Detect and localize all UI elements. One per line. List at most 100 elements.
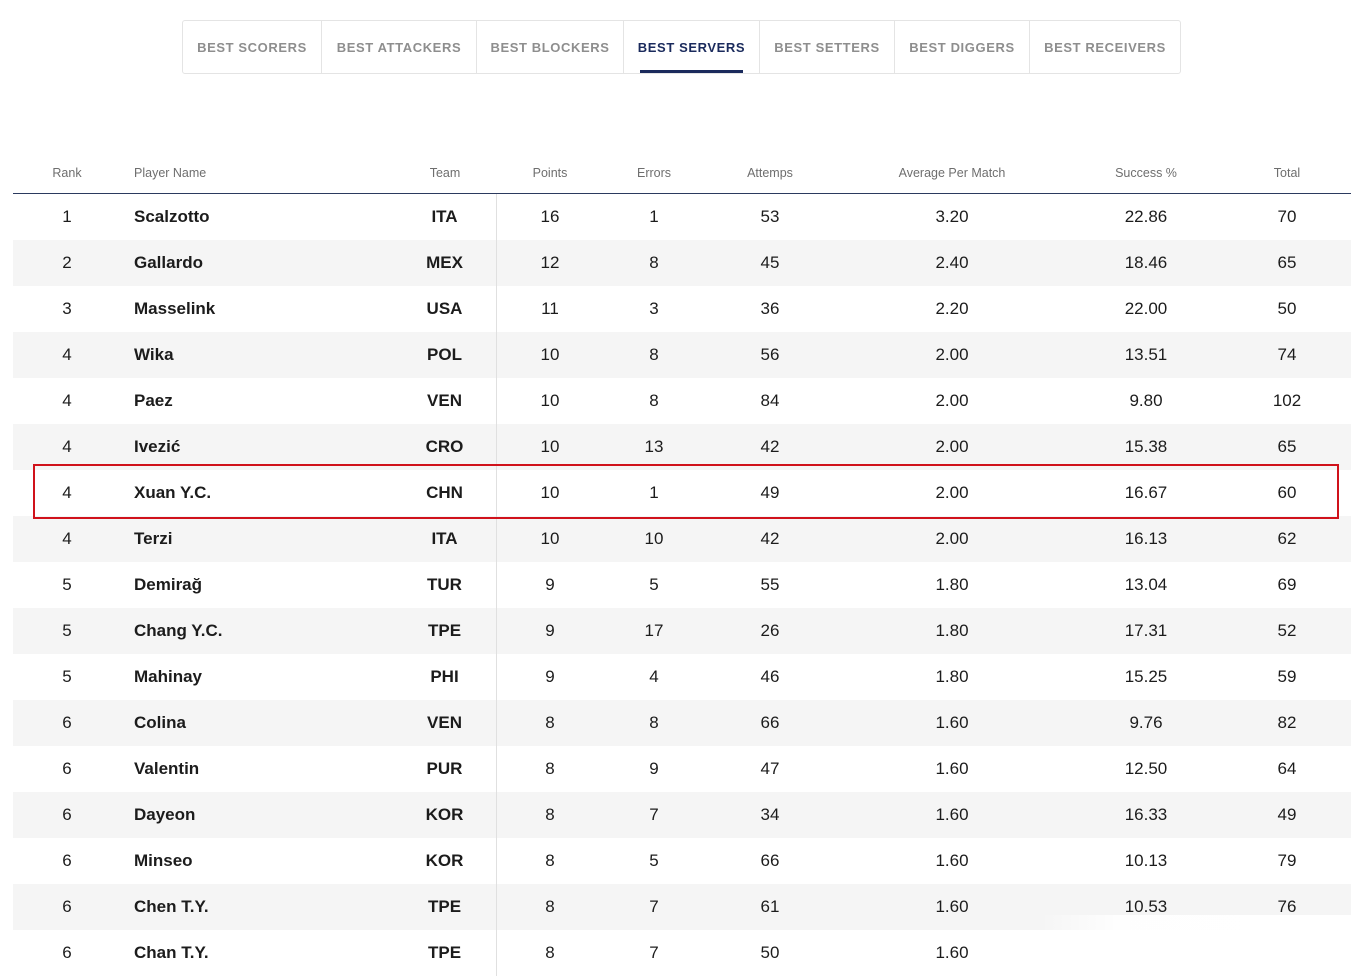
cell-rank: 4 [62,391,72,410]
tab-best-setters[interactable]: BEST SETTERS [760,21,895,73]
cell-total: 64 [1277,759,1297,778]
cell-success-percent: 16.33 [1124,805,1168,824]
cell-points: 8 [545,759,555,778]
cell-team: CRO [393,424,497,470]
header-player-name[interactable]: Player Name [121,166,393,180]
cell-errors: 7 [649,805,659,824]
cell-points: 9 [545,621,555,640]
tab-best-scorers[interactable]: BEST SCORERS [183,21,322,73]
cell-total: 60 [1277,483,1297,502]
cell-average-per-match: 2.00 [935,437,969,456]
cell-team: ITA [393,516,497,562]
cell-rank: 6 [62,943,72,962]
tab-best-receivers[interactable]: BEST RECEIVERS [1030,21,1180,73]
table-row[interactable]: 1 Scalzotto ITA 16 1 53 3.20 22.86 70 [13,194,1351,240]
cell-player-name: Gallardo [134,253,203,272]
cell-points: 16 [540,207,560,226]
cell-errors: 17 [644,621,664,640]
stats-tab-bar: BEST SCORERS BEST ATTACKERS BEST BLOCKER… [182,20,1181,74]
cell-errors: 1 [649,483,659,502]
cell-attempts: 66 [760,851,780,870]
cell-team: MEX [393,240,497,286]
table-row[interactable]: 6 Chen T.Y. TPE 8 7 61 1.60 10.53 76 [13,884,1351,930]
cell-success-percent: 13.51 [1124,345,1168,364]
header-errors[interactable]: Errors [603,166,705,180]
tab-best-attackers[interactable]: BEST ATTACKERS [322,21,477,73]
cell-errors: 8 [649,345,659,364]
cell-player-name: Dayeon [134,805,196,824]
table-row[interactable]: 6 Minseo KOR 8 5 66 1.60 10.13 79 [13,838,1351,884]
table-row[interactable]: 6 Valentin PUR 8 9 47 1.60 12.50 64 [13,746,1351,792]
cell-errors: 13 [644,437,664,456]
cell-player-name: Masselink [134,299,216,318]
cell-attempts: 55 [760,575,780,594]
cell-errors: 3 [649,299,659,318]
cell-errors: 9 [649,759,659,778]
cell-attempts: 84 [760,391,780,410]
header-rank[interactable]: Rank [13,166,121,180]
cell-team: KOR [393,838,497,884]
table-row[interactable]: 4 Xuan Y.C. CHN 10 1 49 2.00 16.67 60 [13,470,1351,516]
cell-points: 11 [541,299,559,318]
table-row[interactable]: 6 Colina VEN 8 8 66 1.60 9.76 82 [13,700,1351,746]
cell-average-per-match: 1.60 [935,851,969,870]
table-row[interactable]: 6 Chan T.Y. TPE 8 7 50 1.60 [13,930,1351,976]
cell-attempts: 47 [760,759,780,778]
cell-success-percent: 15.38 [1124,437,1168,456]
table-row[interactable]: 4 Terzi ITA 10 10 42 2.00 16.13 62 [13,516,1351,562]
cell-team: POL [393,332,497,378]
table-row[interactable]: 2 Gallardo MEX 12 8 45 2.40 18.46 65 [13,240,1351,286]
table-row[interactable]: 6 Dayeon KOR 8 7 34 1.60 16.33 49 [13,792,1351,838]
cell-player-name: Demirağ [134,575,203,594]
cell-errors: 8 [649,391,659,410]
cell-points: 10 [540,529,560,548]
cell-average-per-match: 3.20 [935,207,969,226]
table-row[interactable]: 5 Demirağ TUR 9 5 55 1.80 13.04 69 [13,562,1351,608]
cell-total: 70 [1277,207,1297,226]
tab-best-diggers[interactable]: BEST DIGGERS [895,21,1030,73]
header-points[interactable]: Points [497,166,603,180]
cell-rank: 5 [62,621,72,640]
cell-player-name: Scalzotto [134,207,210,226]
header-team[interactable]: Team [393,152,497,193]
table-row[interactable]: 4 Ivezić CRO 10 13 42 2.00 15.38 65 [13,424,1351,470]
cell-team: TPE [393,930,497,976]
cell-player-name: Chang Y.C. [134,621,223,640]
cell-success-percent: 18.46 [1124,253,1168,272]
tab-best-blockers[interactable]: BEST BLOCKERS [477,21,624,73]
cell-rank: 4 [62,437,72,456]
table-row[interactable]: 3 Masselink USA 11 3 36 2.20 22.00 50 [13,286,1351,332]
cell-team: PHI [393,654,497,700]
cell-total: 82 [1277,713,1297,732]
table-row[interactable]: 4 Paez VEN 10 8 84 2.00 9.80 102 [13,378,1351,424]
cell-rank: 6 [62,805,72,824]
cell-rank: 4 [62,483,72,502]
header-attempts[interactable]: Attemps [705,166,835,180]
cell-points: 8 [545,805,555,824]
cell-player-name: Xuan Y.C. [134,483,212,502]
cell-points: 8 [545,713,555,732]
cell-total: 59 [1277,667,1297,686]
cell-errors: 1 [649,207,659,226]
table-row[interactable]: 4 Wika POL 10 8 56 2.00 13.51 74 [13,332,1351,378]
cell-success-percent: 13.04 [1124,575,1168,594]
cell-team: TPE [393,608,497,654]
cell-team: KOR [393,792,497,838]
table-row[interactable]: 5 Chang Y.C. TPE 9 17 26 1.80 17.31 52 [13,608,1351,654]
cell-success-percent: 9.76 [1129,713,1163,732]
cell-points: 10 [540,437,560,456]
cell-points: 8 [545,943,555,962]
cell-errors: 7 [649,943,659,962]
cell-success-percent: 22.86 [1124,207,1168,226]
cell-rank: 5 [62,575,72,594]
header-total[interactable]: Total [1223,166,1351,180]
table-row[interactable]: 5 Mahinay PHI 9 4 46 1.80 15.25 59 [13,654,1351,700]
tab-best-servers[interactable]: BEST SERVERS [624,21,760,73]
cell-average-per-match: 1.80 [935,575,969,594]
header-success-percent[interactable]: Success % [1069,166,1223,180]
cell-attempts: 26 [760,621,780,640]
cell-total: 49 [1277,805,1297,824]
cell-points: 8 [545,851,555,870]
cell-success-percent: 22.00 [1124,299,1168,318]
header-average-per-match[interactable]: Average Per Match [835,166,1069,180]
